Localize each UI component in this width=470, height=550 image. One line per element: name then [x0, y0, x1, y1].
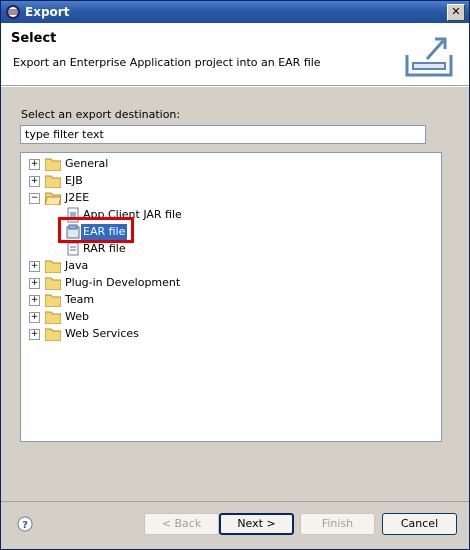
filter-input[interactable]: type filter text [20, 125, 426, 144]
folder-icon [45, 294, 61, 307]
export-banner-icon [399, 29, 459, 83]
folder-icon [45, 277, 61, 290]
export-destination-tree[interactable]: + General + EJB − J2EE App Client JAR fi… [20, 152, 442, 442]
close-button[interactable]: ✕ [447, 4, 465, 21]
button-bar-separator [1, 501, 469, 502]
eclipse-icon [6, 5, 20, 19]
tree-item-label: Java [65, 259, 89, 272]
folder-icon [45, 175, 61, 188]
tree-item-label: J2EE [65, 191, 90, 204]
collapse-toggle[interactable]: − [29, 193, 40, 204]
expand-toggle[interactable]: + [29, 176, 40, 187]
tree-item-label: RAR file [83, 242, 126, 255]
expand-toggle[interactable]: + [29, 329, 40, 340]
folder-icon [45, 260, 61, 273]
page-description: Export an Enterprise Application project… [13, 56, 321, 69]
folder-icon [45, 311, 61, 324]
svg-text:?: ? [22, 520, 28, 531]
next-button[interactable]: Next > [219, 513, 294, 535]
header-separator [1, 86, 469, 87]
cancel-button[interactable]: Cancel [382, 513, 457, 535]
tree-item-label: Web [65, 310, 89, 323]
expand-toggle[interactable]: + [29, 159, 40, 170]
title-bar[interactable]: Export ✕ [1, 1, 469, 23]
window-title: Export [25, 5, 70, 19]
expand-toggle[interactable]: + [29, 278, 40, 289]
wizard-header: Select Export an Enterprise Application … [1, 23, 469, 86]
expand-toggle[interactable]: + [29, 295, 40, 306]
tree-item-label: Web Services [65, 327, 139, 340]
expand-toggle[interactable]: + [29, 261, 40, 272]
page-title: Select [11, 31, 57, 46]
tree-item-label: EJB [65, 174, 83, 187]
folder-icon [45, 328, 61, 341]
help-icon[interactable]: ? [17, 516, 33, 532]
expand-toggle[interactable]: + [29, 312, 40, 323]
tree-item-label: General [65, 157, 109, 170]
destination-label: Select an export destination: [21, 108, 181, 121]
back-button[interactable]: < Back [144, 513, 219, 535]
tree-item-label: Team [65, 293, 95, 306]
finish-button[interactable]: Finish [300, 513, 375, 535]
annotation-highlight-box [58, 217, 134, 243]
folder-icon [45, 158, 61, 171]
folder-open-icon [45, 192, 61, 205]
tree-item-label: Plug-in Development [65, 276, 181, 289]
rar-file-icon [67, 242, 79, 256]
export-window: Export ✕ Select Export an Enterprise App… [0, 0, 470, 550]
